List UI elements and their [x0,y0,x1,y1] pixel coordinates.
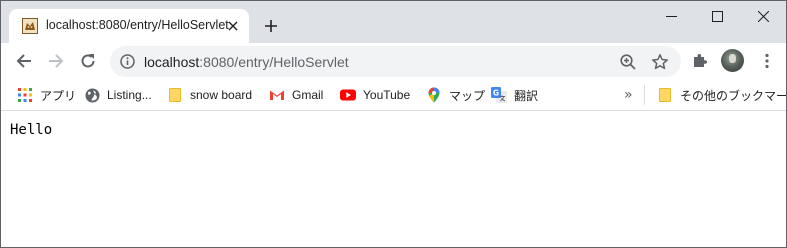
close-window-button[interactable] [740,1,786,31]
bookmark-label: Listing... [107,88,152,102]
translate-icon: G [491,87,507,103]
gmail-icon [269,87,285,103]
browser-window: localhost:8080/entry/HelloServlet localh… [0,0,787,248]
toolbar: localhost:8080/entry/HelloServlet [1,43,786,79]
bookmark-label: Gmail [292,88,324,102]
bookmark-label: その他のブックマーク [680,88,787,103]
forward-arrow-icon [49,54,64,68]
back-arrow-icon [16,54,31,68]
maps-pin-icon [426,87,442,103]
url-host: localhost [144,54,200,70]
bookmark-star-icon[interactable] [651,53,669,71]
extensions-puzzle-icon[interactable] [691,52,709,70]
bookmark-label: snow board [190,88,253,102]
bookmark-youtube[interactable]: YouTube [340,86,410,104]
tab-strip: localhost:8080/entry/HelloServlet [1,1,786,43]
zoom-icon[interactable] [619,53,637,71]
url-text: localhost:8080/entry/HelloServlet [144,54,349,70]
tab-title: localhost:8080/entry/HelloServlet [46,18,229,32]
svg-text:G: G [493,89,499,98]
more-menu-icon[interactable] [758,52,776,70]
bookmark-label: アプリ [40,88,77,103]
profile-avatar[interactable] [721,49,744,72]
reload-button[interactable] [76,49,100,73]
bookmarks-overflow-button[interactable]: » [624,87,638,103]
new-tab-button[interactable] [261,16,281,36]
address-bar[interactable]: localhost:8080/entry/HelloServlet [110,46,681,77]
bookmark-label: YouTube [363,88,411,102]
forward-button[interactable] [44,49,68,73]
info-icon[interactable] [120,54,135,69]
bookmark-other-bookmarks[interactable]: その他のブックマーク [657,86,787,104]
minimize-button[interactable] [648,1,694,31]
tab-close-icon[interactable] [225,18,241,34]
apps-grid-icon [17,87,33,103]
tab-active[interactable]: localhost:8080/entry/HelloServlet [9,9,249,43]
bookmark-translate[interactable]: G 翻訳 [491,86,538,104]
bookmark-apps[interactable]: アプリ [17,86,76,104]
folder-icon [657,87,673,103]
tomcat-icon [22,18,38,34]
bookmark-listing[interactable]: Listing... [84,86,152,104]
maximize-icon [711,10,723,22]
bookmark-maps[interactable]: マップ [426,86,485,104]
folder-icon [167,87,183,103]
page-content: Hello [1,112,786,247]
bookmarks-bar: アプリ Listing... snow board Gmail YouTube … [1,79,786,111]
youtube-icon [340,87,356,103]
bookmark-label: 翻訳 [514,88,539,103]
maximize-button[interactable] [694,1,740,31]
bookmark-gmail[interactable]: Gmail [269,86,323,104]
minimize-icon [665,15,677,17]
close-icon [757,10,769,22]
bookmarks-divider [644,85,645,105]
reload-icon [81,54,95,68]
globe-icon [84,87,100,103]
bookmark-snow-board[interactable]: snow board [167,86,252,104]
url-path: :8080/entry/HelloServlet [199,54,349,70]
back-button[interactable] [12,49,36,73]
page-body-text: Hello [10,122,53,138]
bookmark-label: マップ [449,88,486,103]
